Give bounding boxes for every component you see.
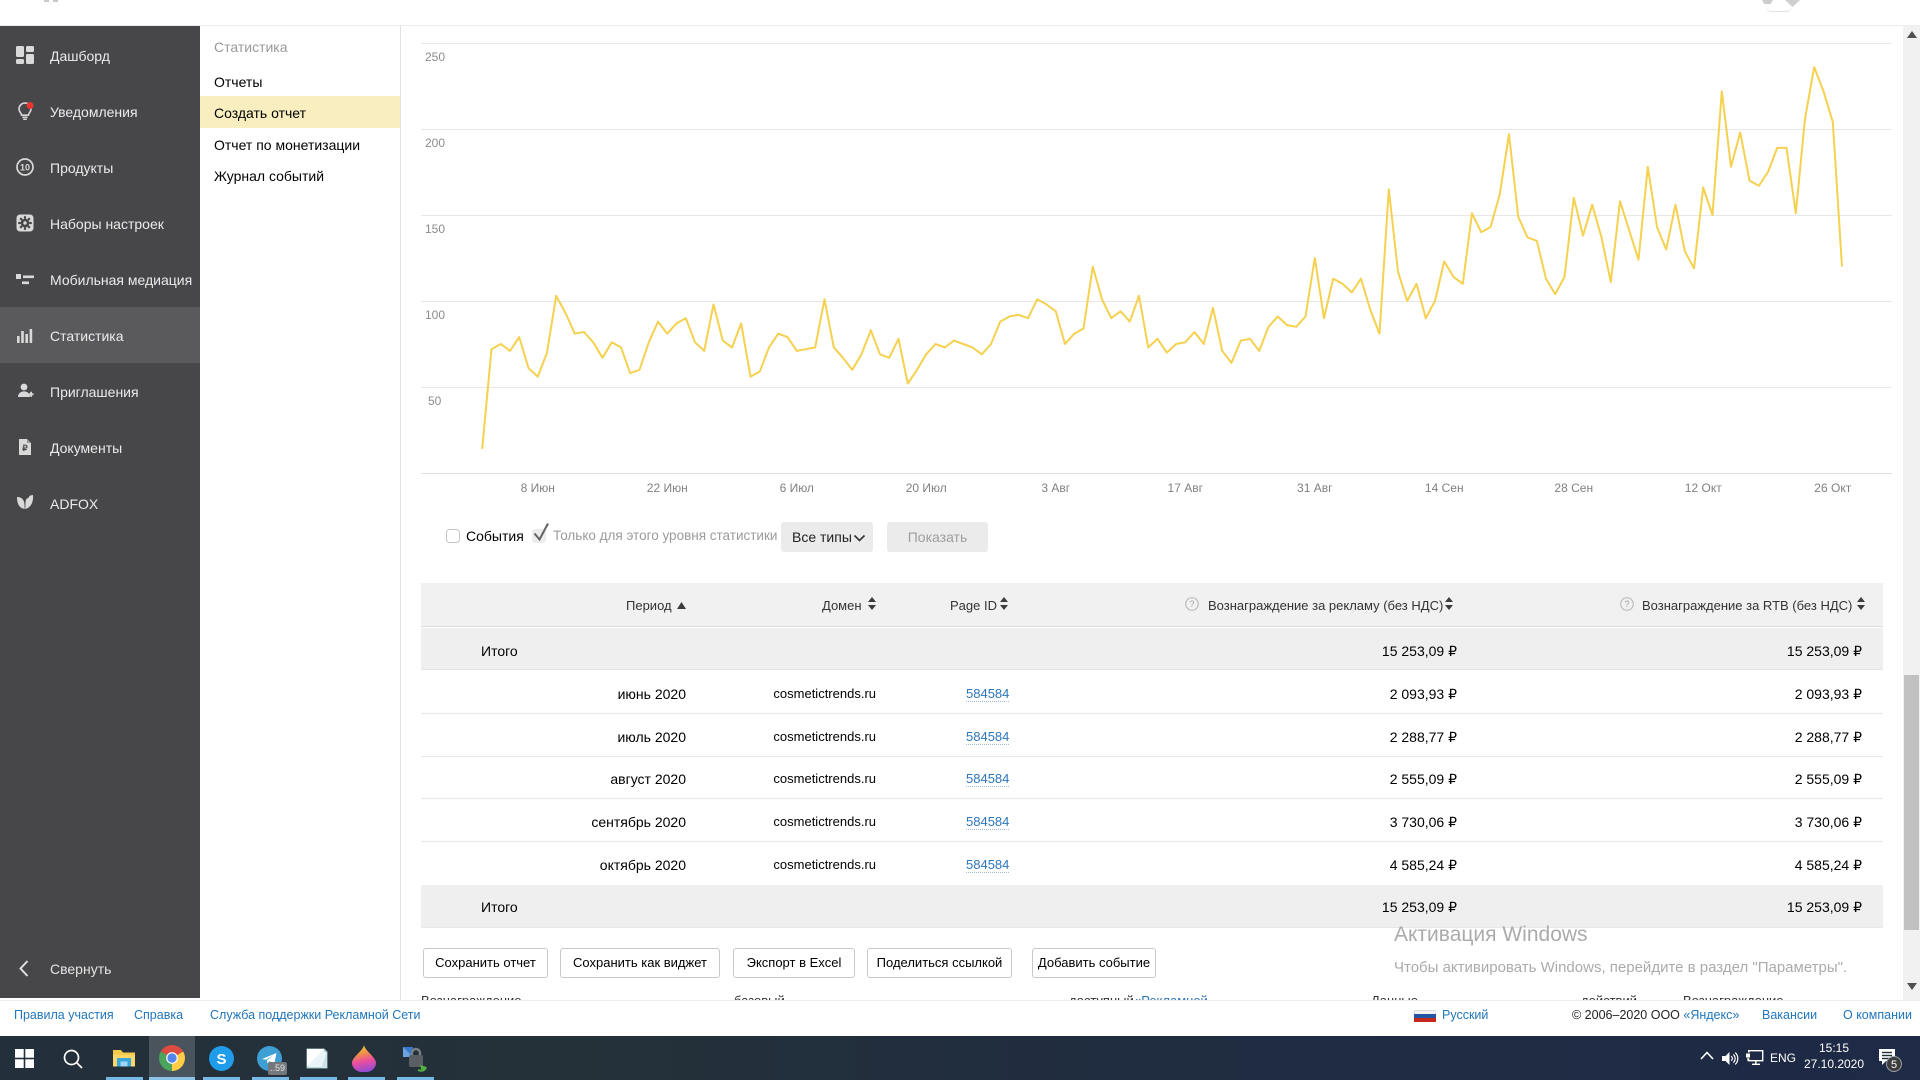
- svg-text:?: ?: [1189, 599, 1194, 609]
- svg-text:S: S: [216, 1051, 226, 1068]
- svg-text:50: 50: [428, 394, 442, 408]
- svg-text:3 Авг: 3 Авг: [1041, 481, 1070, 495]
- svg-text:100: 100: [425, 308, 445, 322]
- svg-text:12 Окт: 12 Окт: [1685, 481, 1722, 495]
- svg-text:17 Авг: 17 Авг: [1168, 481, 1204, 495]
- svg-text:6 Июл: 6 Июл: [780, 481, 814, 495]
- svg-text:150: 150: [425, 222, 445, 236]
- svg-text:31 Авг: 31 Авг: [1297, 481, 1333, 495]
- svg-text:10: 10: [20, 162, 30, 172]
- svg-text:250: 250: [425, 50, 445, 64]
- svg-text:₽: ₽: [22, 443, 28, 453]
- svg-text:14 Сен: 14 Сен: [1425, 481, 1464, 495]
- svg-text:8 Июн: 8 Июн: [521, 481, 555, 495]
- svg-text:20 Июл: 20 Июл: [906, 481, 947, 495]
- svg-text:?: ?: [1624, 599, 1629, 609]
- svg-text:22 Июн: 22 Июн: [647, 481, 688, 495]
- svg-text:200: 200: [425, 136, 445, 150]
- svg-text:28 Сен: 28 Сен: [1554, 481, 1593, 495]
- svg-text:26 Окт: 26 Окт: [1814, 481, 1851, 495]
